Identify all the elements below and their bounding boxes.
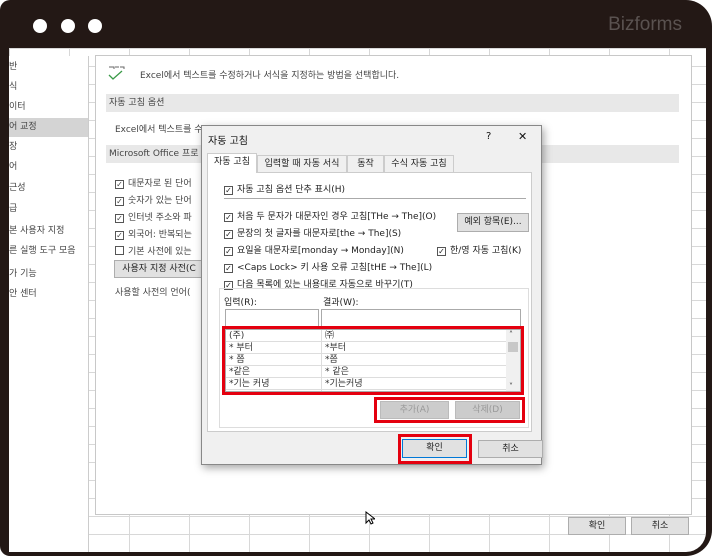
tab-actions[interactable]: 동작	[347, 155, 384, 172]
exceptions-button[interactable]: 예외 항목(E)...	[457, 213, 529, 232]
show-buttons-checkbox[interactable]: ✓ 자동 고침 옵션 단추 표시(H)	[224, 182, 345, 195]
window-dot-icon	[88, 19, 102, 33]
divider	[224, 198, 526, 199]
sidebar-item[interactable]: 어 교정	[9, 118, 88, 137]
autocorrect-dialog: 자동 고침 ? ✕ 자동 고침 입력할 때 자동 서식 동작 수식 자동 고침 …	[201, 125, 543, 465]
dictionary-language-label: 사용할 사전의 언어(	[115, 288, 191, 298]
checkbox-icon: ✓	[115, 214, 124, 223]
highlight-buttons	[374, 397, 525, 423]
input-label: 입력(R):	[224, 298, 257, 308]
close-button[interactable]: ✕	[518, 130, 527, 143]
checkbox-label: 문장의 첫 글자를 대문자로[the → The](S)	[237, 229, 402, 239]
window-dot-icon	[33, 19, 47, 33]
spelling-option-checkbox[interactable]: ✓ 인터넷 주소와 파	[115, 210, 192, 223]
checkbox-label: 인터넷 주소와 파	[128, 213, 192, 223]
checkbox-icon: ✓	[224, 247, 233, 256]
result-label: 결과(W):	[323, 298, 359, 308]
sidebar-item[interactable]: 가 기능	[9, 265, 88, 284]
checkbox-label: 기본 사전에 있는	[128, 247, 192, 257]
checkbox-icon: ✓	[224, 213, 233, 222]
options-ok-button[interactable]: 확인	[568, 517, 626, 535]
checkbox-label: 처음 두 문자가 대문자인 경우 고침[THe → The](O)	[237, 212, 437, 222]
checkbox-label: 숫자가 있는 단어	[128, 196, 192, 206]
sidebar-item[interactable]: 식	[9, 78, 88, 97]
highlight-ok	[398, 434, 472, 464]
autocorrect-option-checkbox[interactable]: ✓ 요일을 대문자로[monday → Monday](N)	[224, 243, 404, 256]
help-button[interactable]: ?	[486, 131, 491, 142]
sidebar-item[interactable]: 안 센터	[9, 285, 88, 304]
checkbox-icon: ✓	[224, 230, 233, 239]
check-abc-icon	[106, 64, 126, 82]
checkbox-label: 외국어: 반복되는	[128, 230, 192, 240]
checkbox-icon: ✓	[224, 186, 233, 195]
result-field[interactable]	[321, 309, 521, 327]
screen: 반 식 이터 어 교정 장 어 근성 급 본 사용자 지정 른 실행 도구 모음 가 기능 안 센터 …	[9, 48, 706, 552]
sidebar-item[interactable]: 른 실행 도구 모음	[9, 242, 88, 261]
autocorrect-option-checkbox[interactable]: ✓ 문장의 첫 글자를 대문자로[the → The](S)	[224, 226, 401, 239]
input-field[interactable]	[225, 309, 319, 327]
tab-math-autocorrect[interactable]: 수식 자동 고침	[384, 155, 454, 172]
tab-panel: ✓ 자동 고침 옵션 단추 표시(H) ✓ 처음 두 문자가 대문자인 경우 고침[…	[207, 172, 532, 432]
custom-dictionary-button[interactable]: 사용자 지정 사전(C	[114, 260, 204, 278]
sidebar-item[interactable]: 어	[9, 158, 88, 177]
tab-autocorrect[interactable]: 자동 고침	[207, 153, 257, 173]
dialog-title: 자동 고침	[208, 136, 248, 147]
section-autocorrect-text: Excel에서 텍스트를 수	[115, 125, 203, 135]
spelling-option-checkbox[interactable]: 기본 사전에 있는	[115, 244, 192, 257]
window-dot-icon	[61, 19, 75, 33]
intro-text: Excel에서 텍스트를 수정하거나 서식을 지정하는 방법을 선택합니다.	[140, 71, 400, 81]
checkbox-icon: ✓	[115, 197, 124, 206]
sidebar-item[interactable]: 장	[9, 138, 88, 157]
autocorrect-option-checkbox[interactable]: ✓ <Caps Lock> 키 사용 오류 고침[tHE → The](L)	[224, 260, 432, 273]
checkbox-label: 요일을 대문자로[monday → Monday](N)	[237, 246, 404, 256]
spelling-option-checkbox[interactable]: ✓ 대문자로 된 단어	[115, 176, 192, 189]
options-cancel-button[interactable]: 취소	[631, 517, 689, 535]
sidebar-item[interactable]: 반	[9, 58, 88, 77]
checkbox-icon: ✓	[224, 264, 233, 273]
checkbox-icon	[115, 246, 124, 255]
sidebar-item[interactable]: 이터	[9, 98, 88, 117]
highlight-list	[222, 326, 524, 395]
checkbox-label: 대문자로 된 단어	[128, 179, 192, 189]
sidebar-item[interactable]: 본 사용자 지정	[9, 222, 88, 241]
spelling-option-checkbox[interactable]: ✓ 외국어: 반복되는	[115, 227, 192, 240]
spelling-option-checkbox[interactable]: ✓ 숫자가 있는 단어	[115, 193, 192, 206]
checkbox-icon: ✓	[115, 180, 124, 189]
checkbox-label: 자동 고침 옵션 단추 표시(H)	[237, 185, 346, 195]
section-autocorrect: 자동 고침 옵션	[106, 94, 679, 112]
title-bar: Bizforms	[0, 0, 712, 48]
options-sidebar: 반 식 이터 어 교정 장 어근성급본 사용자 지정 른 실행 도구 모음가 기능 안 센터	[9, 56, 89, 552]
tab-autoformat[interactable]: 입력할 때 자동 서식	[257, 155, 347, 172]
autocorrect-option-checkbox[interactable]: ✓ 처음 두 문자가 대문자인 경우 고침[THe → The](O)	[224, 209, 436, 222]
checkbox-icon: ✓	[437, 247, 446, 256]
hanyoung-checkbox[interactable]: ✓ 한/영 자동 고침(K)	[437, 243, 521, 256]
checkbox-icon: ✓	[115, 231, 124, 240]
checkbox-label: <Caps Lock> 키 사용 오류 고침[tHE → The](L)	[237, 263, 433, 273]
sidebar-item[interactable]: 근성	[9, 179, 88, 198]
sidebar-item[interactable]: 급	[9, 200, 88, 219]
mouse-cursor-icon	[365, 510, 377, 528]
brand-logo: Bizforms	[608, 14, 682, 35]
dialog-cancel-button[interactable]: 취소	[478, 440, 543, 458]
checkbox-label: 한/영 자동 고침(K)	[450, 246, 522, 256]
